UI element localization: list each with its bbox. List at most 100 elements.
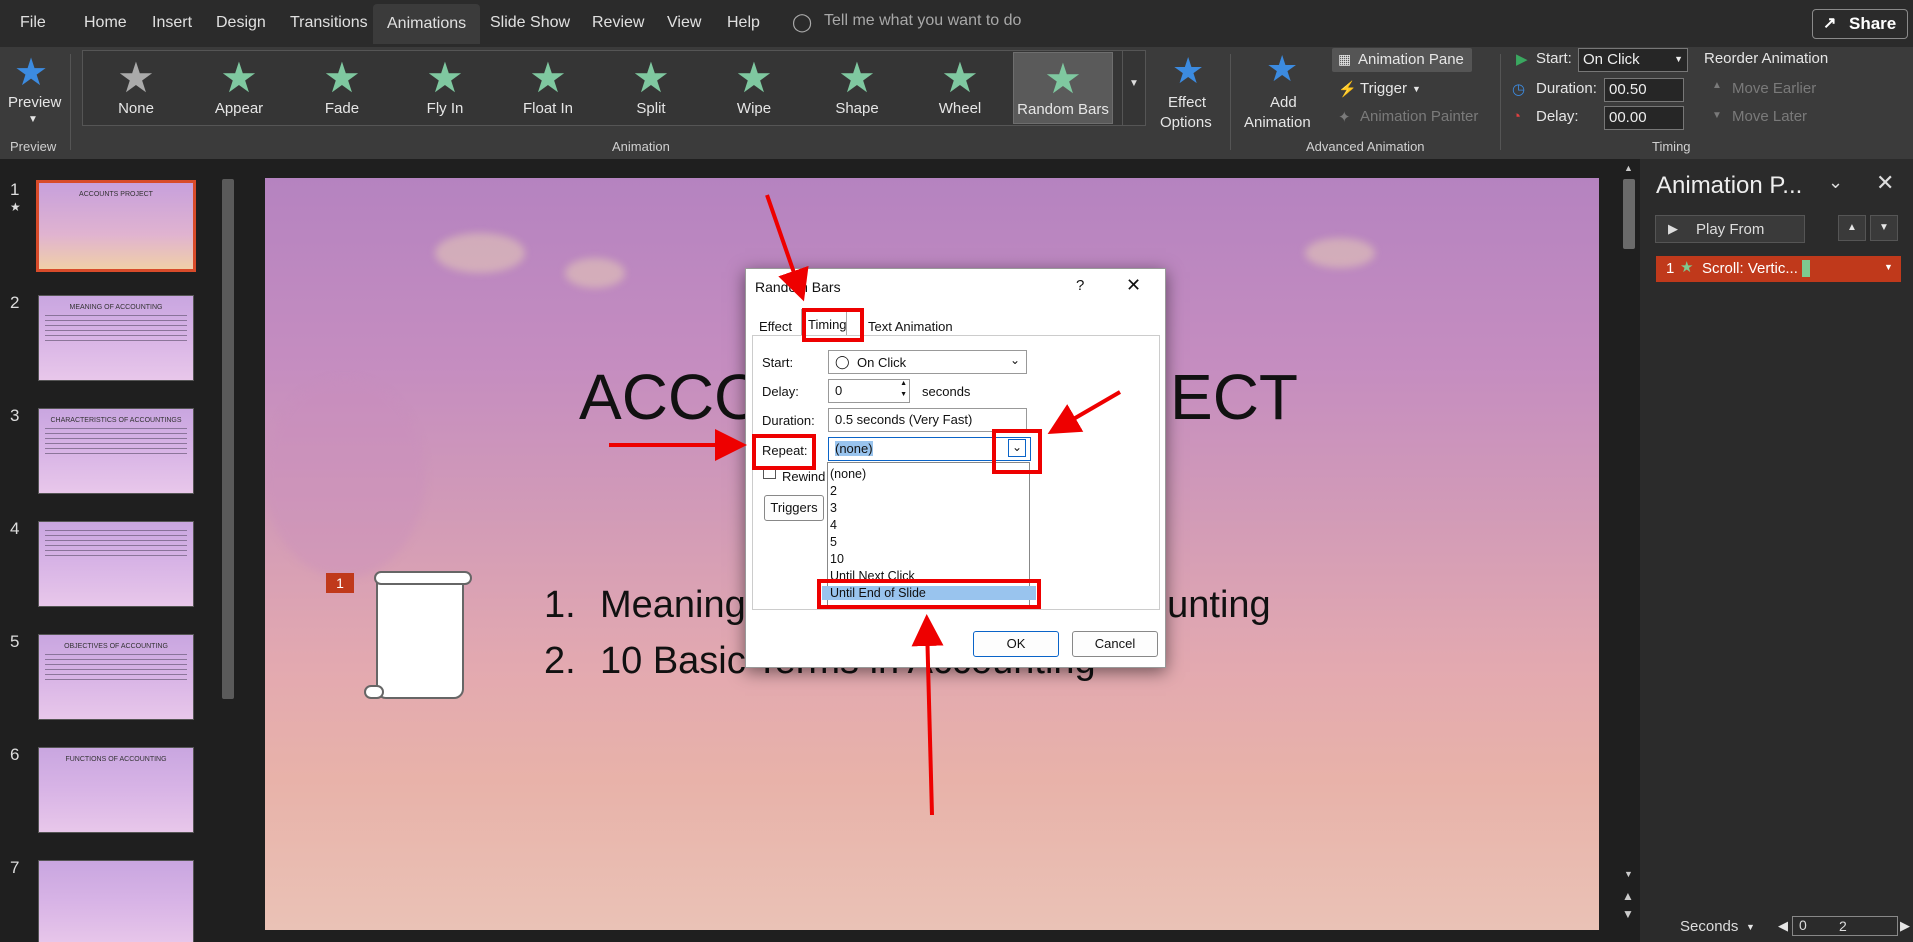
delay-spinner[interactable]: 0 ▲ ▼ [828,379,910,403]
close-icon[interactable]: ✕ [1876,170,1894,196]
duration-combo[interactable]: 0.5 seconds (Very Fast) [828,408,1027,432]
duration-input[interactable]: 00.50 [1604,78,1684,102]
slide-thumbnail-7[interactable] [38,860,194,942]
slide-number: 1 [10,180,20,199]
start-dropdown[interactable]: On Click ▼ [1578,48,1688,72]
share-button[interactable]: ↗ Share [1812,9,1908,39]
slide-thumbnail-3[interactable]: CHARACTERISTICS OF ACCOUNTINGS [38,408,194,494]
repeat-combo[interactable]: (none) ⌄ [828,437,1031,461]
chevron-down-icon[interactable]: ⌄ [1008,439,1026,457]
start-combo[interactable]: ◯ On Click ⌄ [828,350,1027,374]
repeat-option[interactable]: 2 [830,484,837,498]
slide-scrollbar[interactable]: ▲ ▼ ▲ ▼ [1620,159,1638,942]
scroll-shape[interactable] [364,571,472,699]
tab-review[interactable]: Review [592,14,644,32]
gallery-more-button[interactable]: ▼ [1122,50,1146,126]
effect-wipe[interactable]: ★ Wipe [704,52,804,124]
repeat-option[interactable]: 5 [830,535,837,549]
delay-input[interactable]: 00.00 [1604,106,1684,130]
effect-split[interactable]: ★ Split [601,52,701,124]
animation-pane-button[interactable]: ▦ Animation Pane [1332,48,1472,72]
play-from-button[interactable]: ▶ Play From [1655,215,1805,243]
file-menu[interactable]: File [20,14,46,32]
move-up-button[interactable]: ▲ [1838,215,1866,241]
move-earlier-button[interactable]: Move Earlier [1732,80,1816,97]
chevron-down-icon[interactable]: ▼ [1884,262,1893,272]
effect-label: Split [636,100,666,117]
tab-insert[interactable]: Insert [152,14,192,32]
tab-design[interactable]: Design [216,14,266,32]
slide-thumbnail-2[interactable]: MEANING OF ACCOUNTING [38,295,194,381]
tab-slide-show[interactable]: Slide Show [490,14,570,32]
effect-fly-in[interactable]: ★ Fly In [395,52,495,124]
repeat-option[interactable]: Until Next Click [830,569,915,583]
tab-timing[interactable]: Timing [801,309,847,335]
triangle-down-icon[interactable]: ▼ [1624,869,1633,879]
triangle-down-icon[interactable]: ▼ [900,391,907,398]
effect-options-label-1: Effect [1168,94,1207,111]
rewind-checkbox[interactable] [763,466,776,479]
chevron-down-icon[interactable]: ⌄ [1828,172,1843,193]
lightning-icon: ⚡ [1338,81,1357,98]
effect-wheel[interactable]: ★ Wheel [910,52,1010,124]
lightbulb-icon: ◯ [792,12,813,32]
animation-star-icon: ★ [10,200,21,214]
preview-button[interactable]: ★ Preview ▼ [4,50,64,130]
seconds-dropdown[interactable]: Seconds [1680,918,1738,935]
slide-thumbnail-4[interactable] [38,521,194,607]
trigger-button[interactable]: Trigger [1360,80,1407,97]
triangle-left-icon[interactable]: ◀ [1778,918,1788,934]
tab-view[interactable]: View [667,14,701,32]
add-animation-button[interactable]: ★ Add Animation [1240,48,1330,134]
repeat-option[interactable]: 10 [830,552,844,566]
animation-painter-button[interactable]: Animation Painter [1360,108,1478,125]
triangle-up-icon[interactable]: ▲ [900,380,907,387]
repeat-option[interactable]: 4 [830,518,837,532]
cancel-button[interactable]: Cancel [1072,631,1158,657]
close-icon[interactable]: ✕ [1126,275,1141,296]
move-later-button[interactable]: Move Later [1732,108,1807,125]
chevron-down-icon: ▼ [1746,922,1755,932]
slide-thumbnail-1[interactable]: ACCOUNTS PROJECT [36,180,196,272]
tab-help[interactable]: Help [727,14,760,32]
scrollbar-thumb[interactable] [222,179,234,699]
slide-number: 3 [10,406,20,425]
cancel-label: Cancel [1094,636,1136,651]
thumbnail-scrollbar[interactable] [220,159,236,942]
effect-none[interactable]: ★ None [86,52,186,124]
ruler-two: 2 [1839,918,1847,934]
triggers-button[interactable]: Triggers [764,495,824,521]
triangle-up-icon[interactable]: ▲ [1624,163,1633,173]
repeat-option[interactable]: Until End of Slide [822,586,1036,600]
move-down-button[interactable]: ▼ [1870,215,1898,241]
repeat-option[interactable]: (none) [830,467,866,481]
help-button[interactable]: ? [1076,277,1084,294]
timeline-ruler[interactable]: 0 2 [1792,916,1898,936]
effect-float-in[interactable]: ★ Float In [498,52,598,124]
animation-order-badge[interactable]: 1 [326,573,354,593]
star-icon: ★ [941,54,979,101]
scrollbar-thumb[interactable] [1623,179,1635,249]
animation-list-item[interactable]: 1 ★ Scroll: Vertic... ▼ [1656,256,1901,282]
star-icon: ★ [14,52,49,94]
previous-slide-icon[interactable]: ▲ [1622,889,1634,903]
tab-text-animation[interactable]: Text Animation [868,319,953,334]
effect-random-bars[interactable]: ★ Random Bars [1013,52,1113,124]
effect-shape[interactable]: ★ Shape [807,52,907,124]
tab-animations[interactable]: Animations [373,4,481,44]
start-value: On Click [1583,51,1640,68]
repeat-option[interactable]: 3 [830,501,837,515]
effect-appear[interactable]: ★ Appear [189,52,289,124]
timeline-bar [1802,260,1810,277]
tab-effect[interactable]: Effect [759,319,792,334]
slide-thumbnail-5[interactable]: OBJECTIVES OF ACCOUNTING [38,634,194,720]
tell-me-search[interactable]: Tell me what you want to do [824,12,1021,30]
effect-fade[interactable]: ★ Fade [292,52,392,124]
tab-transitions[interactable]: Transitions [290,14,368,32]
tab-home[interactable]: Home [84,14,127,32]
effect-options-button[interactable]: ★ Effect Options [1160,50,1224,136]
next-slide-icon[interactable]: ▼ [1622,907,1634,921]
ok-button[interactable]: OK [973,631,1059,657]
slide-thumbnail-6[interactable]: FUNCTIONS OF ACCOUNTING [38,747,194,833]
triangle-right-icon[interactable]: ▶ [1900,918,1910,934]
